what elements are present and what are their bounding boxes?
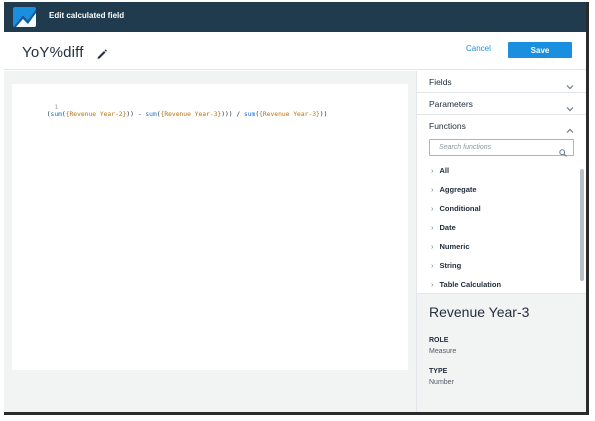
chevron-right-icon: › — [431, 261, 434, 270]
function-category-list: › All › Aggregate › Conditional › Date › Numeric ›… — [417, 161, 582, 293]
function-list-scrollbar[interactable] — [580, 161, 585, 293]
chevron-up-icon — [566, 122, 574, 133]
chevron-down-icon — [566, 100, 574, 112]
functions-section-label: Functions — [429, 121, 466, 131]
function-category-label: String — [439, 261, 462, 270]
function-category-item[interactable]: › String — [431, 256, 461, 275]
role-label: ROLE — [429, 337, 449, 344]
editor-area: 1 (sum({Revenue Year-2})) - sum({Revenue… — [4, 71, 416, 412]
fields-section-label: Fields — [429, 76, 452, 87]
formula-token: {Revenue Year-2} — [65, 111, 127, 118]
cancel-button[interactable]: Cancel — [466, 44, 491, 53]
function-category-label: Aggregate — [439, 185, 477, 194]
function-category-label: Numeric — [439, 242, 470, 251]
function-category-item[interactable]: › All — [431, 161, 449, 180]
function-category-item[interactable]: › Date — [431, 218, 456, 237]
chevron-right-icon: › — [431, 185, 434, 194]
function-category-item[interactable]: › Table Calculation — [431, 275, 501, 293]
function-category-label: Date — [439, 223, 456, 232]
search-icon — [559, 144, 567, 157]
chevron-down-icon — [566, 78, 574, 90]
formula-token: )) - — [126, 111, 146, 118]
function-category-label: All — [439, 166, 450, 175]
formula-token: )) — [319, 111, 328, 118]
scrollbar-thumb[interactable] — [580, 169, 584, 281]
sidebar: Fields Parameters Functions Search funct… — [416, 71, 586, 412]
formula-token: ))) / — [221, 111, 244, 118]
search-functions-input[interactable]: Search functions — [429, 139, 574, 157]
functions-section-header[interactable]: Functions — [417, 115, 586, 137]
function-category-item[interactable]: › Aggregate — [431, 180, 477, 199]
field-name[interactable]: YoY%diff — [22, 44, 84, 61]
field-header: YoY%diff Cancel Save — [4, 32, 586, 70]
formula-token: sum — [50, 111, 62, 118]
parameters-section-header[interactable]: Parameters — [417, 93, 586, 115]
function-category-label: Conditional — [439, 204, 481, 213]
line-number: 1 — [54, 104, 59, 111]
chevron-right-icon: › — [431, 223, 434, 232]
type-value: Number — [429, 379, 454, 386]
pencil-icon[interactable] — [96, 47, 108, 59]
fields-section-header[interactable]: Fields — [417, 71, 586, 93]
function-category-item[interactable]: › Numeric — [431, 237, 470, 256]
code-line[interactable]: 1 (sum({Revenue Year-2})) - sum({Revenue… — [24, 97, 328, 118]
calculated-field-window: Edit calculated field YoY%diff Cancel Sa… — [4, 2, 589, 415]
function-category-label: Table Calculation — [439, 280, 502, 289]
parameters-section-label: Parameters — [429, 98, 473, 109]
search-placeholder: Search functions — [439, 144, 492, 151]
role-value: Measure — [429, 348, 457, 355]
function-category-item[interactable]: › Conditional — [431, 199, 481, 218]
formula-token: sum — [145, 111, 157, 118]
chevron-right-icon: › — [431, 242, 434, 251]
type-label: TYPE — [429, 368, 448, 375]
formula-token: {Revenue Year-3} — [160, 111, 222, 118]
title-bar: Edit calculated field — [4, 2, 586, 32]
save-button[interactable]: Save — [508, 42, 572, 58]
chevron-right-icon: › — [431, 204, 434, 213]
field-details-panel: Revenue Year-3 ROLE Measure TYPE Number — [417, 293, 586, 412]
chevron-right-icon: › — [431, 166, 434, 175]
window-title: Edit calculated field — [49, 11, 125, 20]
details-title: Revenue Year-3 — [429, 304, 530, 320]
formula-token: sum — [243, 111, 256, 118]
formula-editor[interactable]: 1 (sum({Revenue Year-2})) - sum({Revenue… — [12, 84, 408, 370]
quicksight-logo-icon — [13, 7, 36, 27]
formula-token: {Revenue Year-3} — [259, 111, 320, 118]
chevron-right-icon: › — [431, 280, 434, 289]
